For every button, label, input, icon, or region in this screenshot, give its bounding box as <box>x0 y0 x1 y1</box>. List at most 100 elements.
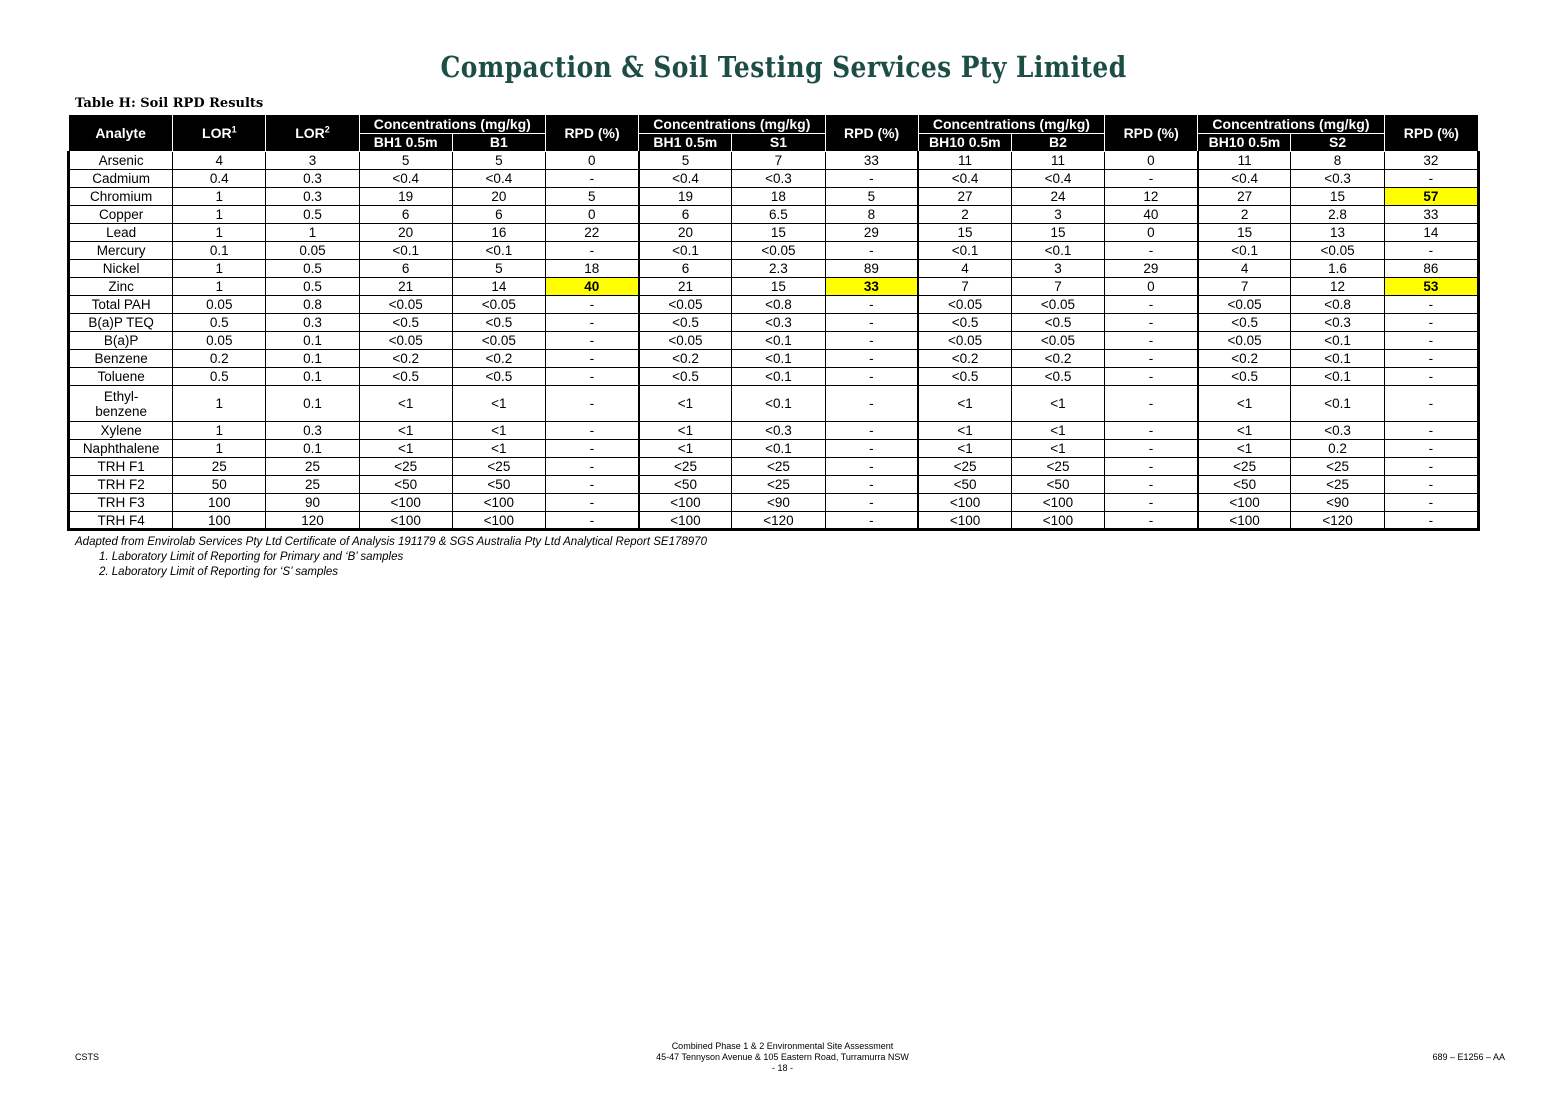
value-cell: <1 <box>451 439 546 458</box>
value-cell: - <box>544 313 640 332</box>
value-cell: 4 <box>1197 259 1292 278</box>
analyte-cell: Chromium <box>66 187 174 206</box>
value-cell: <0.1 <box>1290 367 1385 386</box>
value-cell: 15 <box>1010 223 1106 242</box>
header-sample-s1: S1 <box>731 133 826 152</box>
value-cell: <100 <box>451 511 546 531</box>
value-cell: 0.1 <box>265 349 360 368</box>
value-cell: <0.8 <box>1290 295 1385 314</box>
value-cell: <0.5 <box>1197 367 1292 386</box>
analyte-cell: Lead <box>66 223 174 242</box>
value-cell: 0.1 <box>265 331 360 350</box>
value-cell: <0.05 <box>358 295 453 314</box>
value-cell: 20 <box>638 223 733 242</box>
value-cell: 0.3 <box>265 421 360 440</box>
value-cell: <0.5 <box>1010 313 1106 332</box>
value-cell: - <box>544 421 640 440</box>
value-cell: 6 <box>358 259 453 278</box>
header-rpd-1: RPD (%) <box>544 114 640 152</box>
value-cell: - <box>1104 457 1199 476</box>
value-cell: 2.3 <box>731 259 826 278</box>
value-cell: - <box>824 385 920 422</box>
value-cell: 2 <box>917 205 1012 224</box>
value-cell: 0 <box>1104 223 1199 242</box>
value-cell: - <box>824 475 920 494</box>
value-cell: 1 <box>265 223 360 242</box>
value-cell: <0.1 <box>1290 385 1385 422</box>
value-cell: 15 <box>917 223 1012 242</box>
table-row: Zinc 1 0.5 21 14 40 21 15 33 7 7 0 7 12 53 <box>66 277 1481 296</box>
table-row: Nickel 1 0.5 6 5 18 6 2.3 89 4 3 29 4 1.6 86 <box>66 259 1481 278</box>
value-cell: 15 <box>731 223 826 242</box>
analyte-cell: B(a)P TEQ <box>66 313 174 332</box>
value-cell: <0.3 <box>731 169 826 188</box>
value-cell: <0.05 <box>638 331 733 350</box>
value-cell: <0.2 <box>638 349 733 368</box>
value-cell: <0.1 <box>731 349 826 368</box>
value-cell: 2.8 <box>1290 205 1385 224</box>
value-cell: 100 <box>172 493 267 512</box>
value-cell: 13 <box>1290 223 1385 242</box>
value-cell: - <box>544 169 640 188</box>
value-cell: <90 <box>731 493 826 512</box>
value-cell: 25 <box>265 457 360 476</box>
soil-rpd-table: Analyte LOR1 LOR2 Concentrations (mg/kg)… <box>66 114 1481 531</box>
value-cell: <0.05 <box>358 331 453 350</box>
value-cell: - <box>1383 457 1481 476</box>
value-cell: 12 <box>1290 277 1385 296</box>
value-cell: <120 <box>1290 511 1385 531</box>
value-cell: 24 <box>1010 187 1106 206</box>
value-cell: <0.3 <box>1290 313 1385 332</box>
value-cell: 6 <box>451 205 546 224</box>
analyte-cell: Benzene <box>66 349 174 368</box>
value-cell: - <box>544 385 640 422</box>
table-body: Arsenic 4 3 5 5 0 5 7 33 11 11 0 11 8 32 Cadmium 0.4 0.3 <… <box>66 151 1481 531</box>
table-row: Arsenic 4 3 5 5 0 5 7 33 11 11 0 11 8 32 <box>66 151 1481 170</box>
analyte-cell: Zinc <box>66 277 174 296</box>
header-sample-bh1: BH1 0.5m <box>358 133 453 152</box>
value-cell: 8 <box>824 205 920 224</box>
table-row: Cadmium 0.4 0.3 <0.4 <0.4- <0.4 <0.3- <0.4 <0.4-… <box>66 169 1481 188</box>
value-cell: <100 <box>1197 493 1292 512</box>
value-cell: <1 <box>358 385 453 422</box>
value-cell: - <box>544 295 640 314</box>
value-cell: <25 <box>451 457 546 476</box>
value-cell: - <box>1104 385 1199 422</box>
footer-report-title: Combined Phase 1 & 2 Environmental Site … <box>671 1041 894 1051</box>
value-cell: <50 <box>1197 475 1292 494</box>
value-cell: 1.6 <box>1290 259 1385 278</box>
footnote-1: 1. Laboratory Limit of Reporting for Pri… <box>99 551 404 563</box>
value-cell: - <box>824 511 920 531</box>
table-row: Mercury 0.1 0.05 <0.1 <0.1- <0.1 <0.05- <0.1 <0.… <box>66 241 1481 260</box>
analyte-cell: Nickel <box>66 259 174 278</box>
table-row: B(a)P 0.05 0.1 <0.05 <0.05- <0.05 <0.1- <0.05 <0… <box>66 331 1481 350</box>
value-cell: 6.5 <box>731 205 826 224</box>
value-cell: - <box>1383 313 1481 332</box>
value-cell: <0.05 <box>1290 241 1385 260</box>
value-cell: 16 <box>451 223 546 242</box>
table-title: Table H: Soil RPD Results <box>75 96 264 111</box>
value-cell: 40 <box>1104 205 1199 224</box>
value-cell: - <box>1104 295 1199 314</box>
value-cell: 1 <box>172 439 267 458</box>
value-cell: - <box>1104 493 1199 512</box>
value-cell: 100 <box>172 511 267 531</box>
table-row: Naphthalene 1 0.1 <1 <1- <1 <0.1- <1 <1- <1 0.2- <box>66 439 1481 458</box>
value-cell: - <box>824 439 920 458</box>
value-cell: 21 <box>638 277 733 296</box>
value-cell: - <box>1104 349 1199 368</box>
value-cell: 19 <box>638 187 733 206</box>
table-row: TRH F1 25 25 <25 <25- <25 <25- <25 <25- <25 <25- <box>66 457 1481 476</box>
analyte-cell: TRH F1 <box>66 457 174 476</box>
value-cell: 20 <box>358 223 453 242</box>
value-cell: <100 <box>638 493 733 512</box>
value-cell: 33 <box>824 277 920 296</box>
value-cell: - <box>1383 349 1481 368</box>
table-row: TRH F4 100 120 <100 <100- <100 <120- <100 <100- <… <box>66 511 1481 531</box>
value-cell: <50 <box>638 475 733 494</box>
value-cell: 15 <box>731 277 826 296</box>
value-cell: 1 <box>172 223 267 242</box>
value-cell: - <box>824 493 920 512</box>
value-cell: - <box>544 457 640 476</box>
value-cell: <0.1 <box>1290 349 1385 368</box>
